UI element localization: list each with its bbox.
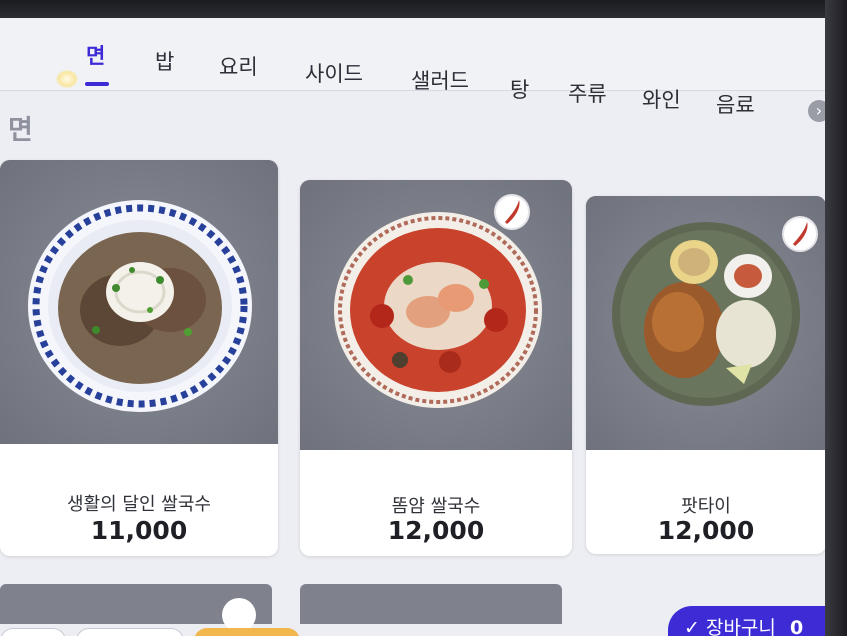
menu-item-name: 똠얌 쌀국수 bbox=[391, 496, 481, 517]
menu-card-pho[interactable]: 생활의 달인 쌀국수 11,000 bbox=[0, 160, 278, 556]
tab-rice[interactable]: 밥 bbox=[155, 46, 174, 76]
padthai-plate-image bbox=[586, 196, 825, 450]
scroll-right-arrow-icon[interactable]: › bbox=[808, 100, 825, 122]
tab-dishes[interactable]: 요리 bbox=[219, 51, 258, 81]
footer-button[interactable] bbox=[76, 628, 184, 636]
spicy-badge-icon bbox=[782, 216, 818, 252]
menu-card-padthai[interactable]: 팟타이 12,000 bbox=[586, 196, 825, 554]
spicy-badge-icon bbox=[494, 194, 530, 230]
spicy-badge-icon bbox=[222, 598, 256, 632]
cart-button[interactable]: ✓ 장바구니 0 bbox=[668, 606, 825, 636]
menu-item-price: 11,000 bbox=[90, 516, 188, 545]
menu-item-name: 팟타이 bbox=[681, 496, 731, 517]
menu-photo-padthai bbox=[586, 196, 825, 450]
tab-wine[interactable]: 와인 bbox=[642, 84, 681, 114]
monitor-bezel-top bbox=[0, 0, 847, 18]
menu-card-next-row[interactable] bbox=[300, 584, 562, 624]
tab-soup[interactable]: 탕 bbox=[510, 74, 529, 104]
menu-card-next-row[interactable] bbox=[0, 584, 272, 632]
menu-card-tomyum[interactable]: 똠얌 쌀국수 12,000 bbox=[300, 180, 572, 556]
kiosk-screen: 면 밥 요리 사이드 샐러드 탕 주류 와인 음료 › 면 생활의 달인 쌀국수… bbox=[0, 18, 825, 636]
monitor-bezel-right bbox=[825, 0, 847, 636]
menu-photo-pho bbox=[0, 160, 278, 444]
tab-alcohol[interactable]: 주류 bbox=[568, 78, 607, 108]
category-tab-bar: 면 밥 요리 사이드 샐러드 탕 주류 와인 음료 bbox=[0, 18, 825, 117]
tab-drinks[interactable]: 음료 bbox=[716, 89, 755, 119]
tab-salad[interactable]: 샐러드 bbox=[411, 65, 469, 95]
tab-sides[interactable]: 사이드 bbox=[305, 58, 363, 88]
footer-button[interactable] bbox=[0, 628, 66, 636]
pho-bowl-image bbox=[0, 160, 278, 444]
menu-photo-tomyum bbox=[300, 180, 572, 450]
tomyum-bowl-image bbox=[300, 180, 572, 450]
screen-glare bbox=[56, 70, 78, 88]
footer-button-highlight[interactable] bbox=[194, 628, 300, 636]
menu-item-price: 12,000 bbox=[387, 516, 485, 545]
cart-icon: ✓ bbox=[684, 617, 700, 636]
section-title: 면 bbox=[8, 115, 33, 146]
cart-count-badge: 0 bbox=[789, 617, 804, 636]
tab-noodles[interactable]: 면 bbox=[86, 40, 105, 70]
menu-item-price: 12,000 bbox=[657, 516, 755, 545]
active-tab-indicator bbox=[85, 82, 109, 86]
menu-item-name: 생활의 달인 쌀국수 bbox=[67, 494, 211, 515]
cart-label: 장바구니 bbox=[705, 617, 776, 636]
